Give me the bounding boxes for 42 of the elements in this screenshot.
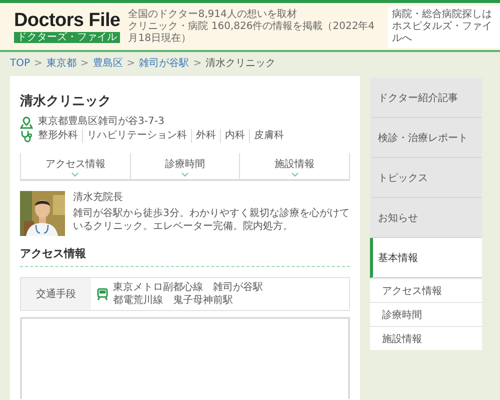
department: 整形外科	[38, 129, 79, 143]
doctor-name: 清水充院長	[73, 191, 124, 204]
train-line: 都電荒川線 鬼子母神前駅	[113, 294, 234, 307]
sidebar-item[interactable]: トピックス	[370, 158, 482, 198]
breadcrumb-separator: >	[34, 58, 42, 68]
department: リハビリテーション科	[82, 129, 191, 143]
sidebar-item[interactable]: お知らせ	[370, 198, 482, 238]
tagline: 全国のドクター8,914人の想いを取材	[128, 8, 298, 20]
logo-subtitle: ドクターズ・ファイル	[14, 32, 120, 42]
breadcrumb-current: 清水クリニック	[206, 56, 276, 70]
train-line: 東京メトロ副都心線 雑司が谷駅	[113, 281, 263, 294]
clinic-description: 雑司が谷駅から徒歩3分。わかりやすく親切な診療を心がけているクリニック。エレベーター完備。院内処方。	[73, 207, 350, 233]
clinic-name: 清水クリニック	[20, 93, 112, 110]
sidebar-subitem[interactable]: 診療時間	[370, 302, 482, 326]
clinic-address: 東京都豊島区雑司が谷3-7-3	[38, 115, 164, 129]
train-icon	[97, 288, 108, 300]
breadcrumb-separator: >	[126, 58, 136, 68]
breadcrumb-link[interactable]: 東京都	[46, 56, 76, 70]
section-heading: アクセス情報	[20, 246, 350, 267]
breadcrumb-link[interactable]: 雑司が谷駅	[139, 56, 190, 70]
table-header-cell: 交通手段	[21, 278, 91, 310]
breadcrumb-link[interactable]: 豊島区	[92, 56, 123, 70]
sidebar-subitem[interactable]: 施設情報	[370, 326, 482, 350]
tagline: クリニック・病院 160,826件の情報を掲載（2022年4月18日現在）	[128, 20, 376, 44]
breadcrumb-separator: >	[193, 58, 202, 68]
hospital-file-link[interactable]: 病院・総合病院探しは ホスピタルズ・ファイルへ	[388, 6, 500, 48]
department: 皮膚科	[249, 129, 288, 143]
chevron-down-icon	[290, 172, 299, 177]
chevron-down-icon	[71, 172, 80, 177]
location-pin-icon	[20, 116, 33, 128]
sidebar-item[interactable]: ドクター紹介記事	[370, 78, 482, 118]
sidebar-subitem[interactable]: アクセス情報	[370, 278, 482, 302]
site-logo[interactable]: Doctors File	[14, 10, 120, 30]
sidebar-item[interactable]: 検診・治療レポート	[370, 118, 482, 158]
section-tab[interactable]: 施設情報	[239, 153, 350, 179]
department: 外科	[191, 129, 220, 143]
breadcrumb-link[interactable]: TOP	[10, 58, 30, 68]
sidebar-item[interactable]: 基本情報	[370, 238, 482, 278]
chevron-down-icon	[181, 172, 189, 177]
stethoscope-icon	[20, 130, 33, 142]
department: 内科	[220, 129, 249, 143]
breadcrumb-separator: >	[80, 58, 89, 68]
